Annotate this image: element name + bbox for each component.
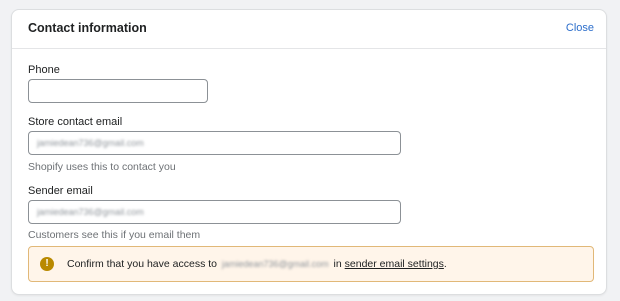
sender-email-settings-link[interactable]: sender email settings (345, 258, 444, 270)
store-contact-email-help: Shopify uses this to contact you (28, 161, 176, 173)
phone-label: Phone (28, 64, 60, 76)
banner-message: Confirm that you have access to jamiedea… (67, 258, 447, 270)
card-title: Contact information (28, 21, 147, 35)
sender-email-input[interactable]: jamiedean736@gmail.com (28, 200, 401, 224)
store-contact-email-value: jamiedean736@gmail.com (37, 138, 144, 148)
warning-icon: ! (40, 257, 54, 271)
confirm-access-banner: ! Confirm that you have access to jamied… (28, 246, 594, 282)
banner-email: jamiedean736@gmail.com (221, 259, 329, 269)
close-button[interactable]: Close (566, 22, 594, 34)
sender-email-label: Sender email (28, 185, 93, 197)
banner-text-after: . (443, 258, 447, 270)
banner-text-before: Confirm that you have access to (67, 258, 217, 270)
sender-email-help: Customers see this if you email them (28, 229, 201, 241)
contact-information-card: Contact information Close Phone Store co… (11, 9, 607, 295)
banner-text-middle: in (333, 258, 342, 270)
card-header: Contact information Close (12, 10, 606, 49)
phone-input[interactable] (28, 79, 208, 103)
store-contact-email-label: Store contact email (28, 116, 123, 128)
sender-email-value: jamiedean736@gmail.com (37, 207, 144, 217)
store-contact-email-input[interactable]: jamiedean736@gmail.com (28, 131, 401, 155)
